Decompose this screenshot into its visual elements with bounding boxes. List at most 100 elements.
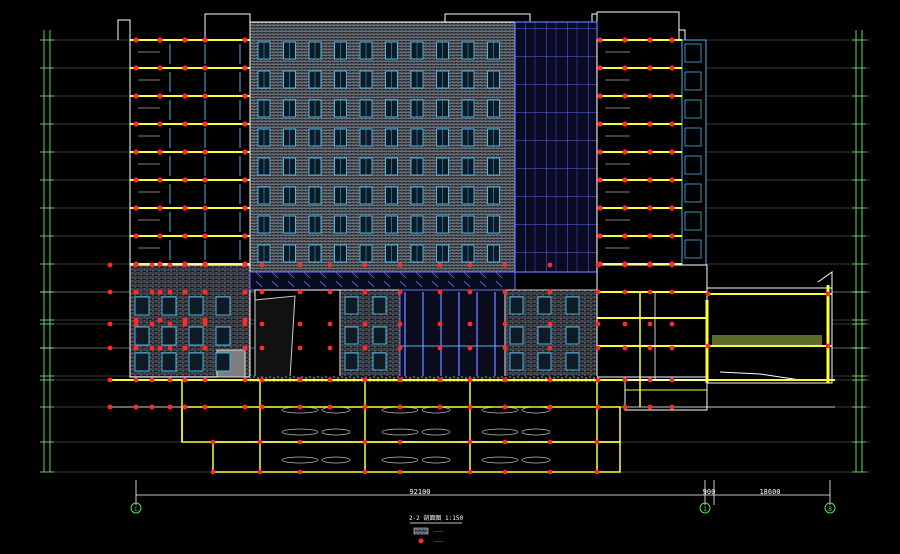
column-dot [397, 404, 403, 410]
column-dot [202, 377, 208, 383]
column-dot [133, 37, 139, 43]
column-dot [467, 321, 473, 327]
column-dot [705, 291, 711, 297]
column-dot [259, 321, 265, 327]
column-dot [362, 321, 368, 327]
column-dot [149, 262, 155, 268]
column-dot [107, 404, 113, 410]
column-dot [594, 439, 600, 445]
column-dot [397, 321, 403, 327]
column-dot [242, 262, 248, 268]
column-dot [437, 321, 443, 327]
column-dot [622, 93, 628, 99]
column-dot [210, 439, 216, 445]
column-dot [202, 93, 208, 99]
column-dot [202, 321, 208, 327]
window [509, 296, 524, 315]
column-dot [202, 65, 208, 71]
column-dot [157, 317, 163, 323]
column-dot [597, 205, 603, 211]
column-dot [259, 262, 265, 268]
column-dot [622, 262, 628, 268]
column-dot [502, 262, 508, 268]
column-dot [669, 377, 675, 383]
column-dot [397, 345, 403, 351]
column-dot [202, 205, 208, 211]
column-dot [502, 404, 508, 410]
column-dot [622, 37, 628, 43]
column-dot [157, 345, 163, 351]
column-dot [669, 37, 675, 43]
column-dot [202, 289, 208, 295]
curtain-wall-tower [514, 21, 598, 273]
column-dot [622, 404, 628, 410]
column-dot [202, 262, 208, 268]
drawing-title: 2-2 剖面图 1:150 [409, 514, 464, 522]
car-symbol [421, 406, 451, 414]
column-dot [182, 404, 188, 410]
column-dot [182, 93, 188, 99]
column-dot [133, 177, 139, 183]
car-symbol [521, 456, 551, 464]
column-dot [597, 93, 603, 99]
column-dot [149, 321, 155, 327]
column-dot [547, 289, 553, 295]
column-dot [705, 343, 711, 349]
car-symbol [481, 456, 519, 464]
window [134, 352, 150, 372]
column-dot [437, 345, 443, 351]
car-symbol [481, 406, 519, 414]
window [188, 296, 204, 316]
column-dot [133, 377, 139, 383]
column-dot [547, 345, 553, 351]
column-dot [297, 469, 303, 475]
column-dot [157, 205, 163, 211]
column-dot [167, 345, 173, 351]
column-dot [167, 377, 173, 383]
column-dot [107, 377, 113, 383]
legend-dot-label: ———— [434, 539, 444, 544]
column-dot [669, 262, 675, 268]
column-dot [242, 149, 248, 155]
window [565, 326, 580, 345]
column-dot [622, 121, 628, 127]
column-dot [547, 404, 553, 410]
podium [129, 264, 708, 407]
column-dot [467, 345, 473, 351]
column-dot [182, 345, 188, 351]
column-dot [202, 177, 208, 183]
column-dot [362, 262, 368, 268]
column-dot [157, 149, 163, 155]
column-dot [622, 377, 628, 383]
column-dot [647, 321, 653, 327]
window [215, 352, 231, 372]
column-dot [167, 289, 173, 295]
column-dot [547, 262, 553, 268]
column-dot [157, 93, 163, 99]
window [134, 326, 150, 346]
column-dot [157, 65, 163, 71]
column-dot [133, 345, 139, 351]
column-dot [437, 377, 443, 383]
column-dot [202, 404, 208, 410]
column-dot [595, 289, 601, 295]
column-dot [327, 377, 333, 383]
section-drawing: 92100 900 18600 C 1 B 2-2 剖面图 1:150 ————… [40, 11, 870, 544]
column-dot [595, 262, 601, 268]
column-dot [182, 65, 188, 71]
window [372, 326, 387, 345]
car-symbol [321, 406, 351, 414]
column-dot [297, 439, 303, 445]
column-dot [597, 65, 603, 71]
car-symbol [421, 456, 451, 464]
column-dot [825, 291, 831, 297]
column-dot [647, 345, 653, 351]
column-dot [182, 321, 188, 327]
window [565, 352, 580, 371]
window [215, 326, 231, 346]
column-dot [502, 345, 508, 351]
column-dot [547, 377, 553, 383]
column-dot [242, 65, 248, 71]
column-dot [157, 177, 163, 183]
column-dot [242, 93, 248, 99]
